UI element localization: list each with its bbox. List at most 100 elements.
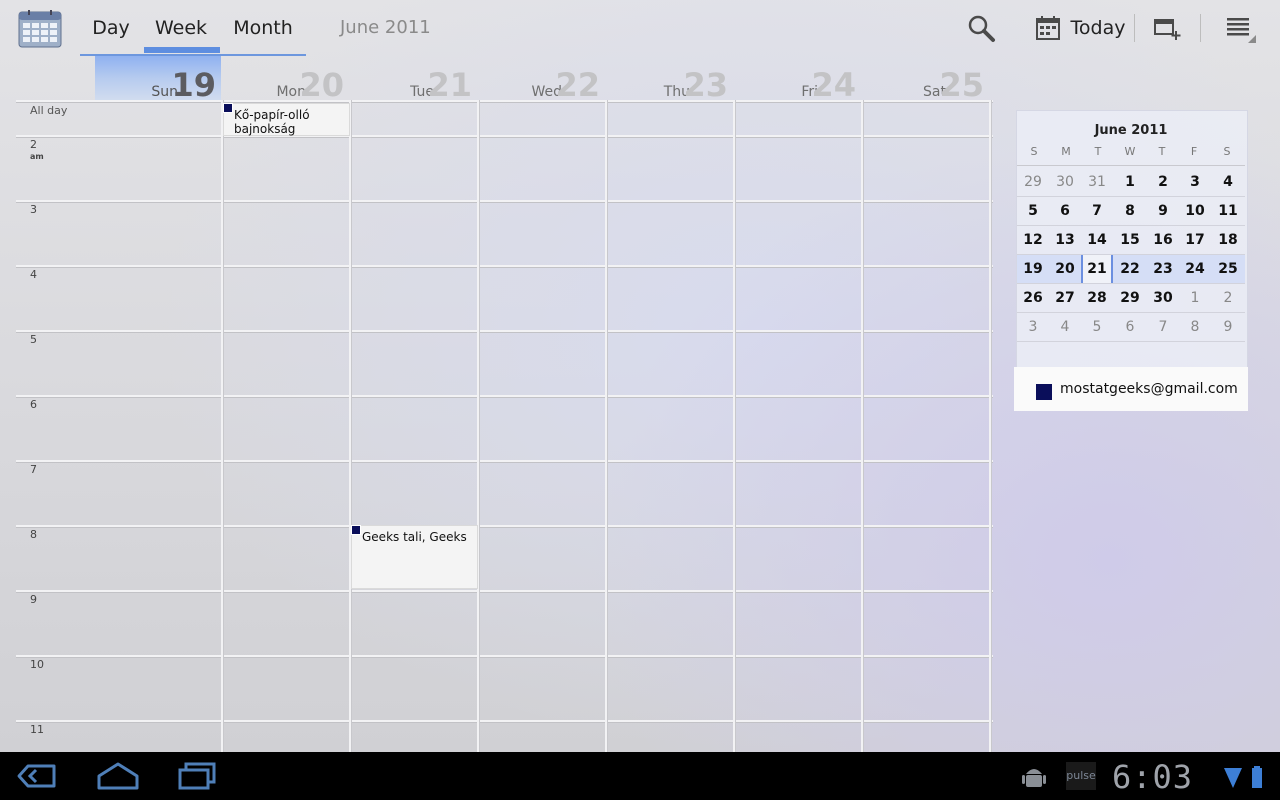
grid-line — [989, 100, 992, 752]
tab-month[interactable]: Month — [222, 0, 304, 56]
hour-label: 7 — [30, 463, 37, 476]
new-event-icon — [1154, 19, 1181, 40]
battery-icon — [1252, 766, 1262, 788]
day-header-sun[interactable]: Sun 19 — [96, 56, 224, 104]
grid-line — [16, 265, 993, 268]
day-header-tue[interactable]: Tue 21 — [352, 56, 480, 104]
date-cell-today[interactable]: 21 — [1081, 255, 1113, 283]
day-header-thu[interactable]: Thu 23 — [608, 56, 736, 104]
date-cell[interactable]: 15 — [1114, 226, 1146, 254]
date-cell[interactable]: 31 — [1081, 168, 1113, 196]
search-button[interactable] — [960, 0, 1002, 56]
calendar-app-icon[interactable] — [18, 10, 62, 48]
date-cell[interactable]: 17 — [1179, 226, 1211, 254]
action-divider — [1134, 14, 1135, 42]
grid-line — [221, 100, 224, 752]
day-header-fri[interactable]: Fri 24 — [736, 56, 864, 104]
date-cell[interactable]: 18 — [1212, 226, 1244, 254]
hour-label: 6 — [30, 398, 37, 411]
grid-line — [16, 590, 993, 593]
date-cell[interactable]: 7 — [1147, 313, 1179, 341]
date-cell[interactable]: 10 — [1179, 197, 1211, 225]
date-cell[interactable]: 23 — [1147, 255, 1179, 283]
date-cell[interactable]: 11 — [1212, 197, 1244, 225]
date-cell[interactable]: 24 — [1179, 255, 1211, 283]
date-cell[interactable]: 2 — [1212, 284, 1244, 312]
date-cell[interactable]: 13 — [1049, 226, 1081, 254]
week-grid[interactable]: All day 2 am 3 4 5 6 7 8 9 10 11 Kő-papí… — [16, 100, 993, 752]
overflow-menu-button[interactable] — [1212, 0, 1268, 56]
date-cell[interactable]: 6 — [1049, 197, 1081, 225]
event-color-chip — [351, 525, 361, 535]
date-cell[interactable]: 8 — [1114, 197, 1146, 225]
home-button[interactable] — [94, 758, 142, 794]
day-number: 23 — [683, 66, 728, 104]
grid-line — [16, 135, 993, 138]
grid-line — [477, 100, 480, 752]
date-cell[interactable]: 8 — [1179, 313, 1211, 341]
grid-line — [733, 100, 736, 752]
recent-apps-button[interactable] — [176, 758, 218, 794]
hour-label: 8 — [30, 528, 37, 541]
day-header-sat[interactable]: Sat 25 — [864, 56, 992, 104]
date-cell[interactable]: 30 — [1147, 284, 1179, 312]
date-cell[interactable]: 28 — [1081, 284, 1113, 312]
calendar-account-item[interactable]: mostatgeeks@gmail.com — [1014, 367, 1248, 411]
mini-month-calendar[interactable]: June 2011 S M T W T F S 29 30 31 1 2 3 4… — [1016, 110, 1248, 368]
date-cell[interactable]: 20 — [1049, 255, 1081, 283]
date-cell[interactable]: 5 — [1081, 313, 1113, 341]
weekday-label: F — [1190, 145, 1198, 158]
today-label: Today — [1070, 17, 1126, 39]
debug-notification[interactable] — [1020, 758, 1048, 794]
hour-label: 9 — [30, 593, 37, 606]
wifi-status[interactable] — [1222, 758, 1244, 794]
date-cell[interactable]: 19 — [1017, 255, 1049, 283]
date-cell[interactable]: 2 — [1147, 168, 1179, 196]
date-cell[interactable]: 7 — [1081, 197, 1113, 225]
day-header-mon[interactable]: Mon 20 — [224, 56, 352, 104]
today-button[interactable]: Today — [1030, 0, 1130, 56]
wifi-signal-icon — [1224, 768, 1242, 788]
all-day-event[interactable]: Kő-papír-olló bajnokság — [223, 103, 350, 136]
grid-line — [16, 100, 993, 103]
day-number: 22 — [555, 66, 600, 104]
date-cell[interactable]: 27 — [1049, 284, 1081, 312]
date-cell[interactable]: 29 — [1114, 284, 1146, 312]
timed-event[interactable]: Geeks tali, Geeks — [351, 525, 478, 589]
pulse-notification-icon[interactable]: pulse — [1066, 762, 1096, 790]
date-cell[interactable]: 1 — [1179, 284, 1211, 312]
battery-status[interactable] — [1248, 758, 1266, 794]
grid-line — [16, 200, 993, 203]
grid-line — [16, 525, 993, 528]
date-cell[interactable]: 3 — [1017, 313, 1049, 341]
date-cell[interactable]: 9 — [1147, 197, 1179, 225]
clock[interactable]: 6:03 — [1112, 758, 1193, 796]
day-header-wed[interactable]: Wed 22 — [480, 56, 608, 104]
account-color-swatch — [1036, 384, 1052, 400]
date-cell[interactable]: 14 — [1081, 226, 1113, 254]
tab-day[interactable]: Day — [80, 0, 142, 56]
date-cell[interactable]: 4 — [1212, 168, 1244, 196]
event-title: Geeks tali, Geeks — [362, 530, 467, 544]
date-cell[interactable]: 22 — [1114, 255, 1146, 283]
date-cell[interactable]: 1 — [1114, 168, 1146, 196]
date-cell[interactable]: 25 — [1212, 255, 1244, 283]
date-cell[interactable]: 12 — [1017, 226, 1049, 254]
day-number: 25 — [939, 66, 984, 104]
date-cell[interactable]: 29 — [1017, 168, 1049, 196]
back-button[interactable] — [14, 758, 60, 794]
weekday-label: S — [1223, 145, 1231, 158]
date-cell[interactable]: 5 — [1017, 197, 1049, 225]
day-number: 21 — [427, 66, 472, 104]
weekday-label: M — [1061, 145, 1071, 158]
date-cell[interactable]: 30 — [1049, 168, 1081, 196]
date-cell[interactable]: 9 — [1212, 313, 1244, 341]
date-cell[interactable]: 16 — [1147, 226, 1179, 254]
date-cell[interactable]: 6 — [1114, 313, 1146, 341]
mini-calendar-week: 26 27 28 29 30 1 2 — [1017, 284, 1245, 313]
date-cell[interactable]: 4 — [1049, 313, 1081, 341]
date-cell[interactable]: 3 — [1179, 168, 1211, 196]
hour-label: 11 — [30, 723, 44, 736]
new-event-button[interactable] — [1142, 0, 1192, 56]
date-cell[interactable]: 26 — [1017, 284, 1049, 312]
